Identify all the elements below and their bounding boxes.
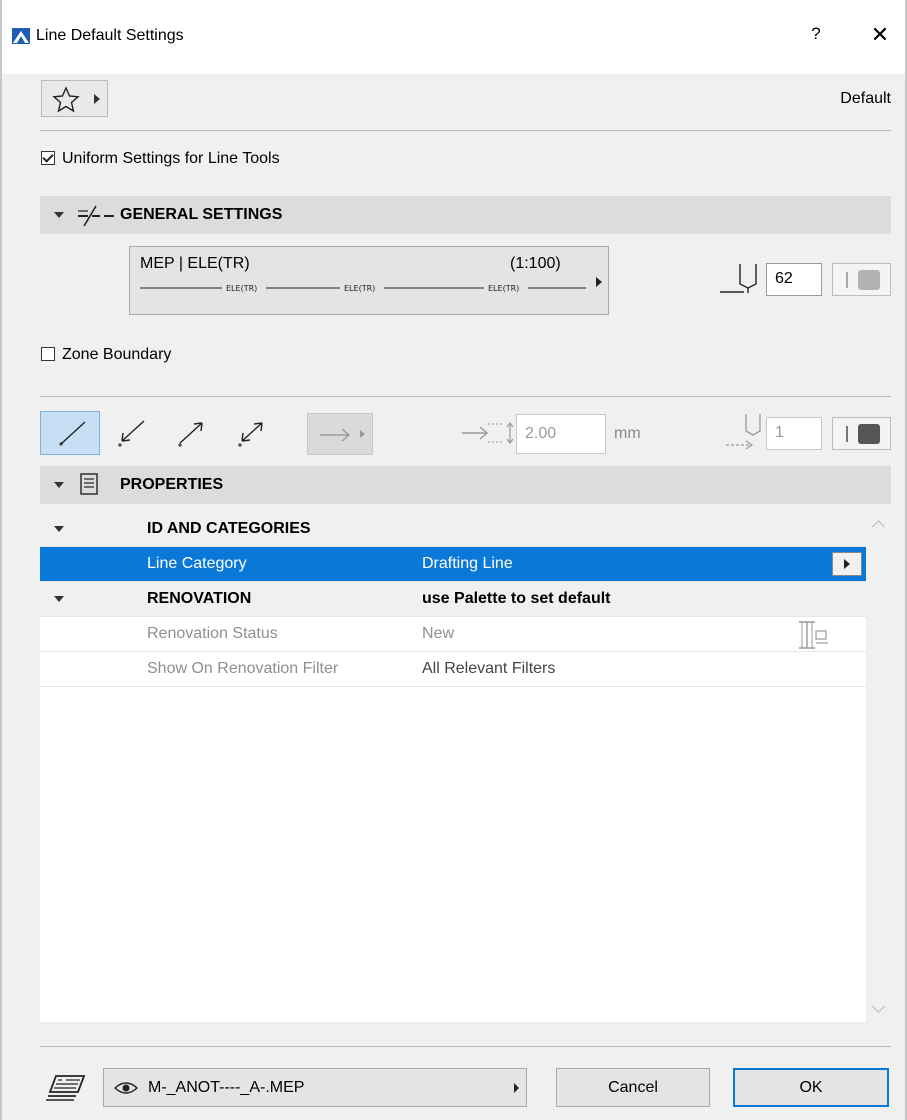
property-value-dropdown-button[interactable] — [832, 552, 862, 576]
pattern-label: ELE(TR) — [488, 284, 519, 293]
arrow-both-button[interactable] — [220, 411, 280, 455]
properties-scrollbar[interactable] — [866, 512, 891, 1022]
arrowhead-icon — [320, 428, 351, 442]
arrow-pen-color-swatch[interactable] — [832, 417, 891, 450]
line-tool-icon — [78, 205, 114, 227]
property-value: All Relevant Filters — [422, 660, 556, 677]
arrowhead-type-selector[interactable] — [307, 413, 373, 455]
layer-icon — [46, 1075, 86, 1101]
property-name: Line Category — [147, 555, 247, 572]
arrow-both-icon — [238, 422, 263, 447]
property-row-show-on-renovation-filter[interactable]: Show On Renovation Filter All Relevant F… — [40, 652, 866, 687]
arrow-end-button[interactable] — [160, 411, 220, 455]
line-type-selector[interactable]: MEP | ELE(TR) (1:100) ELE(TR) ELE(TR) EL… — [129, 246, 609, 315]
property-group-row[interactable]: ID AND CATEGORIES — [40, 512, 866, 547]
line-type-scale: (1:100) — [510, 255, 561, 272]
ok-button[interactable]: OK — [733, 1068, 889, 1107]
expand-triangle-icon — [54, 596, 64, 602]
pen-color-swatch[interactable] — [832, 263, 891, 296]
property-group-value: use Palette to set default — [422, 590, 611, 607]
zone-boundary-label: Zone Boundary — [62, 346, 172, 363]
arrow-size-input[interactable]: 2.00 — [516, 414, 606, 454]
favorites-button[interactable] — [41, 80, 108, 117]
pattern-label: ELE(TR) — [344, 284, 375, 293]
no-arrow-button[interactable] — [40, 411, 100, 455]
property-value: New — [422, 625, 455, 642]
scroll-down-icon[interactable] — [872, 1000, 885, 1013]
plain-line-icon — [59, 421, 86, 446]
expand-triangle-icon — [54, 526, 64, 532]
arrow-pen-icon — [726, 414, 761, 450]
property-group-name: RENOVATION — [147, 590, 252, 607]
cancel-button[interactable]: Cancel — [556, 1068, 710, 1107]
uniform-settings-checkbox[interactable] — [41, 151, 55, 165]
window-title: Line Default Settings — [36, 27, 184, 44]
dropdown-arrow-icon — [596, 277, 602, 287]
window-border — [0, 0, 2, 1120]
properties-list-icon — [80, 473, 98, 495]
divider — [40, 396, 891, 397]
arrow-size-icon — [462, 422, 514, 444]
property-group-row[interactable]: RENOVATION use Palette to set default — [40, 582, 866, 617]
pattern-label: ELE(TR) — [226, 284, 257, 293]
collapse-triangle-icon — [54, 212, 64, 218]
eye-icon — [114, 1082, 138, 1094]
property-name: Renovation Status — [147, 625, 278, 642]
property-name: Show On Renovation Filter — [147, 660, 339, 677]
dropdown-arrow-icon — [94, 94, 100, 104]
general-settings-title: GENERAL SETTINGS — [120, 206, 283, 223]
layer-name: M-_ANOT----_A-.MEP — [148, 1079, 305, 1096]
arrow-start-icon — [118, 420, 145, 447]
layer-selector[interactable]: M-_ANOT----_A-.MEP — [103, 1068, 527, 1107]
dropdown-arrow-icon — [844, 559, 850, 569]
collapse-triangle-icon — [54, 482, 64, 488]
star-icon — [52, 86, 80, 113]
arrow-pen-input[interactable]: 1 — [766, 417, 822, 450]
property-value: Drafting Line — [422, 555, 513, 572]
uniform-settings-label: Uniform Settings for Line Tools — [62, 150, 280, 167]
renovation-status-icon — [799, 621, 828, 649]
favorite-default-label: Default — [840, 90, 891, 107]
scroll-up-icon[interactable] — [872, 520, 885, 533]
property-row-renovation-status[interactable]: Renovation Status New — [40, 617, 866, 652]
pen-number-input[interactable]: 62 — [766, 263, 822, 296]
zone-boundary-checkbox[interactable] — [41, 347, 55, 361]
line-type-name: MEP | ELE(TR) — [140, 255, 250, 272]
pen-icon — [720, 264, 757, 293]
properties-title: PROPERTIES — [120, 476, 224, 493]
help-button[interactable]: ? — [806, 24, 826, 48]
close-button[interactable]: ✕ — [866, 22, 894, 50]
properties-table: ID AND CATEGORIES Line Category Drafting… — [40, 512, 866, 1022]
dropdown-arrow-icon — [360, 430, 365, 438]
property-row-line-category[interactable]: Line Category Drafting Line — [40, 547, 866, 582]
arrow-size-unit: mm — [614, 425, 641, 442]
general-settings-header[interactable]: GENERAL SETTINGS — [40, 196, 891, 234]
archicad-app-icon — [12, 28, 30, 44]
divider — [40, 1046, 891, 1047]
arrow-start-button[interactable] — [100, 411, 160, 455]
divider — [40, 130, 891, 131]
arrow-end-icon — [178, 422, 203, 447]
property-group-name: ID AND CATEGORIES — [147, 520, 311, 537]
dropdown-arrow-icon — [514, 1083, 519, 1093]
line-type-preview: ELE(TR) ELE(TR) ELE(TR) — [140, 284, 586, 293]
properties-header[interactable]: PROPERTIES — [40, 466, 891, 504]
